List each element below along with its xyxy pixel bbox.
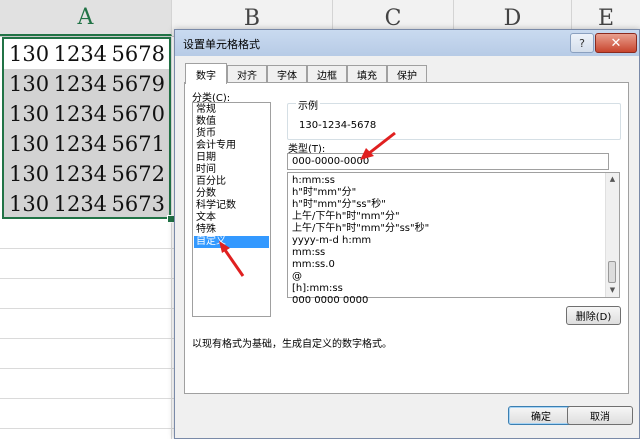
arrow-shaft <box>367 131 396 156</box>
arrow-to-type-input <box>360 131 396 160</box>
arrow-to-custom-category <box>219 241 245 277</box>
arrow-head <box>219 241 230 253</box>
tab-number[interactable]: 数字 <box>185 63 227 84</box>
annotation-arrows <box>219 131 396 277</box>
arrow-shaft <box>223 249 245 277</box>
